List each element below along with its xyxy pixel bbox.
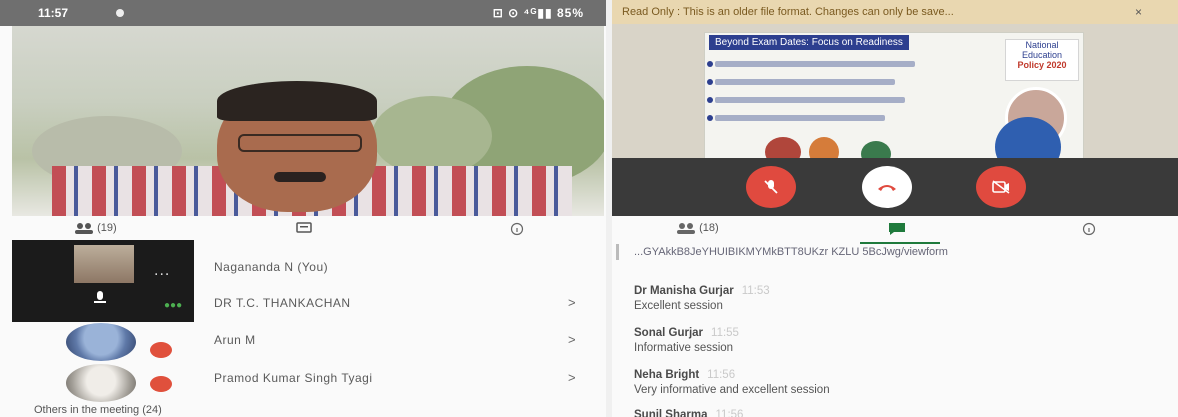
participant-name: Pramod Kumar Singh Tyagi xyxy=(214,371,373,385)
people-icon xyxy=(677,223,695,235)
read-only-banner: Read Only : This is an older file format… xyxy=(612,0,1178,24)
chat-message: Sonal Gurjar 11:55 Informative session xyxy=(634,326,739,356)
right-meeting-screen: Read Only : This is an older file format… xyxy=(612,0,1178,417)
slide-title: Beyond Exam Dates: Focus on Readiness xyxy=(709,35,909,50)
mic-off-icon xyxy=(94,291,106,303)
camera-toggle-button[interactable] xyxy=(976,166,1026,208)
tab-people[interactable]: (19) xyxy=(74,222,117,235)
participant-name: DR T.C. THANKACHAN xyxy=(214,296,351,310)
chevron-right-icon[interactable]: > xyxy=(568,370,576,385)
audio-level-icon: ●●● xyxy=(164,300,183,311)
mic-muted-badge xyxy=(150,376,172,392)
tab-people-count: (18) xyxy=(699,222,719,234)
bullet-icon xyxy=(707,79,713,85)
chat-icon xyxy=(296,222,312,233)
others-in-meeting-label: Others in the meeting (24) xyxy=(34,404,162,416)
active-tab-indicator xyxy=(860,242,940,244)
speaker-mustache xyxy=(274,172,326,182)
self-video-thumbnail xyxy=(74,245,134,283)
slide-bullet xyxy=(715,97,905,103)
status-bar: 11:57 ⊡ ⊙ ⁴ᴳ▮▮ 85% xyxy=(0,0,608,26)
meeting-tabs: (18) xyxy=(612,218,1178,244)
chat-time: 11:55 xyxy=(711,327,739,339)
chat-scrollbar[interactable] xyxy=(616,244,619,260)
self-video-tile[interactable]: ... ●●● xyxy=(12,240,194,322)
speaker-glasses xyxy=(238,134,362,152)
chevron-right-icon[interactable]: > xyxy=(568,332,576,347)
participant-name: Nagananda N (You) xyxy=(214,260,329,274)
chat-time: 11:56 xyxy=(715,409,744,417)
chat-text: Excellent session xyxy=(634,300,723,312)
slide-bullet xyxy=(715,115,885,121)
bullet-icon xyxy=(707,115,713,121)
chat-message: Sunil Sharma 11:56 xyxy=(634,408,743,417)
people-icon xyxy=(75,223,93,235)
slide-bullet xyxy=(715,61,915,67)
chevron-right-icon[interactable]: > xyxy=(568,295,576,310)
tab-people[interactable]: (18) xyxy=(676,222,719,235)
status-time: 11:57 xyxy=(38,6,69,20)
speaker-video[interactable] xyxy=(12,26,604,216)
presentation-slide: Beyond Exam Dates: Focus on Readiness Na… xyxy=(704,32,1084,160)
chat-author: Sunil Sharma xyxy=(634,409,708,417)
chat-text: Informative session xyxy=(634,342,734,354)
tab-chat[interactable] xyxy=(888,222,906,236)
mic-off-icon xyxy=(764,179,778,194)
chat-icon xyxy=(889,223,905,235)
close-icon[interactable]: × xyxy=(1135,5,1142,19)
chat-author: Neha Bright xyxy=(634,369,700,381)
bullet-icon xyxy=(707,97,713,103)
end-call-button[interactable] xyxy=(862,166,912,208)
mute-button[interactable] xyxy=(746,166,796,208)
slide-illustration xyxy=(765,137,801,160)
avatar xyxy=(66,323,136,361)
banner-text: Read Only : This is an older file format… xyxy=(622,6,954,18)
status-indicators: ⊡ ⊙ ⁴ᴳ▮▮ 85% xyxy=(492,6,584,20)
hang-up-icon xyxy=(878,184,896,191)
camera-off-icon xyxy=(992,180,1010,194)
tab-chat[interactable] xyxy=(296,222,312,234)
chat-link-message[interactable]: ...GYAkkB8JeYHUIBIKMYMkBTT8UKzr KZLU 5Bc… xyxy=(634,246,948,259)
participant-name: Arun M xyxy=(214,333,256,347)
slide-bullet xyxy=(715,79,895,85)
speaker-hair xyxy=(217,81,377,121)
whatsapp-icon xyxy=(116,9,124,17)
avatar xyxy=(66,364,136,402)
chat-author: Sonal Gurjar xyxy=(634,327,704,339)
nep-badge-line1: National Education xyxy=(1021,40,1063,60)
bullet-icon xyxy=(707,61,713,67)
chat-message: Dr Manisha Gurjar 11:53 Excellent session xyxy=(634,284,770,314)
background-foliage xyxy=(372,96,492,176)
tab-info[interactable] xyxy=(1082,222,1096,236)
shared-screen[interactable]: Beyond Exam Dates: Focus on Readiness Na… xyxy=(612,24,1178,160)
left-meeting-screen: 11:57 ⊡ ⊙ ⁴ᴳ▮▮ 85% (19) ... ●●● Naganand… xyxy=(0,0,608,417)
chat-message: Neha Bright 11:56 Very informative and ex… xyxy=(634,368,830,398)
chat-time: 11:56 xyxy=(707,369,736,381)
nep-badge-line2: Policy 2020 xyxy=(1017,60,1067,70)
tab-people-count: (19) xyxy=(97,222,117,234)
nep-badge: National Education Policy 2020 xyxy=(1005,39,1079,81)
chat-time: 11:53 xyxy=(741,285,770,297)
chat-author: Dr Manisha Gurjar xyxy=(634,285,734,297)
call-controls xyxy=(612,158,1178,216)
more-options-icon[interactable]: ... xyxy=(154,262,170,280)
chat-text: Very informative and excellent session xyxy=(634,384,830,396)
info-icon xyxy=(510,222,524,236)
info-icon xyxy=(1082,222,1096,236)
slide-illustration xyxy=(809,137,839,160)
tab-info[interactable] xyxy=(510,222,524,236)
mic-muted-badge xyxy=(150,342,172,358)
